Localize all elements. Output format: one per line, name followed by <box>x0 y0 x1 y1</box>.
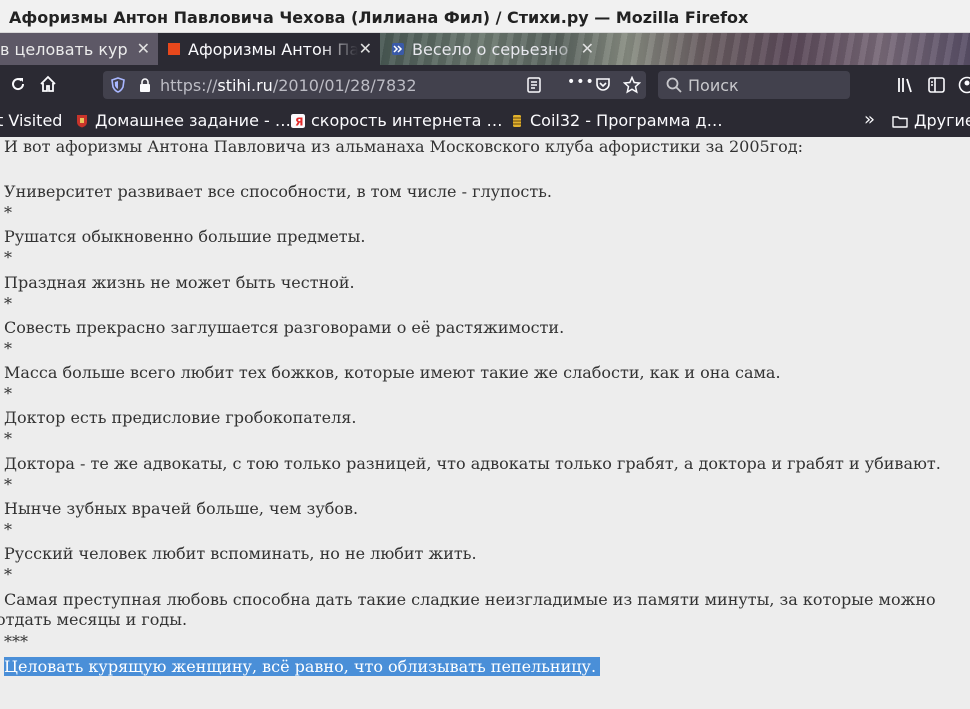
aphorism-line: Русский человек любит вспоминать, но не … <box>4 544 477 563</box>
url-host: stihi.ru <box>217 76 273 95</box>
page-actions-more-icon[interactable]: ••• <box>567 74 595 90</box>
separator-star: * <box>4 475 12 494</box>
search-bar[interactable]: Поиск <box>658 71 850 99</box>
aphorism-line: Масса больше всего любит тех божков, кот… <box>4 363 781 382</box>
coil-icon <box>513 114 521 127</box>
tab-kissing-smoker[interactable]: в целовать куря ✕ <box>0 33 158 65</box>
tab-strip: в целовать куря ✕ Афоризмы Антон Па ✕ Ве… <box>0 33 970 65</box>
separator-star: * <box>4 384 12 403</box>
tab-veselo-o-seryeznom[interactable]: Весело о серьезно ✕ <box>382 33 602 65</box>
bookmarks-toolbar: t Visited Домашнее задание - … Я скорост… <box>0 105 970 137</box>
bookmark-most-visited[interactable]: t Visited <box>0 111 62 130</box>
text-selection: Целовать курящую женщину, всё равно, что… <box>4 657 601 676</box>
address-bar[interactable]: https://stihi.ru/2010/01/28/7832 ••• <box>103 71 646 99</box>
url-path: /2010/01/28/7832 <box>272 76 417 95</box>
close-icon[interactable]: ✕ <box>581 39 594 58</box>
separator-star: * <box>4 429 12 448</box>
page-content: И вот афоризмы Антона Павловича из альма… <box>0 137 970 709</box>
home-icon[interactable] <box>38 75 58 95</box>
yandex-icon: Я <box>291 113 305 128</box>
search-icon <box>666 77 682 93</box>
close-icon[interactable]: ✕ <box>137 39 150 58</box>
aphorism-line: Доктора - те же адвокаты, с тою только р… <box>4 454 941 473</box>
folder-icon <box>892 115 908 128</box>
sidebar-icon[interactable] <box>928 77 946 93</box>
tab-aphorisms-chekhov[interactable]: Афоризмы Антон Па ✕ <box>158 33 380 65</box>
separator-star: * <box>4 248 12 267</box>
coat-of-arms-icon <box>77 114 87 127</box>
bookmark-label: Coil32 - Программа д… <box>530 111 723 130</box>
tracking-protection-shield-icon[interactable] <box>111 77 125 93</box>
bookmark-star-icon[interactable] <box>623 76 641 94</box>
svg-text:Я: Я <box>295 115 303 128</box>
window-titlebar: Афоризмы Антон Павловича Чехова (Лилиана… <box>0 0 970 33</box>
separator-star: * <box>4 203 12 222</box>
separator-star: * <box>4 565 12 584</box>
navigation-bar: https://stihi.ru/2010/01/28/7832 ••• Пои… <box>0 65 970 105</box>
aphorism-line: Нынче зубных врачей больше, чем зубов. <box>4 499 359 518</box>
bookmark-label: скорость интернета … <box>311 111 503 130</box>
account-icon[interactable] <box>958 76 970 94</box>
separator-triple-star: *** <box>4 632 28 651</box>
pocket-icon[interactable] <box>595 77 611 93</box>
bookmarks-overflow-chevron-icon[interactable]: » <box>864 109 875 130</box>
bookmark-homework[interactable]: Домашнее задание - … <box>75 111 291 130</box>
tab-label: в целовать куря <box>0 39 128 59</box>
bookmark-label: t Visited <box>0 111 63 130</box>
library-icon[interactable] <box>897 77 915 93</box>
separator-star: * <box>4 339 12 358</box>
separator-star: * <box>4 520 12 539</box>
close-icon[interactable]: ✕ <box>359 39 372 58</box>
reload-icon[interactable] <box>8 75 28 95</box>
aphorism-line: Рушатся обыкновенно большие предметы. <box>4 227 366 246</box>
intro-text: И вот афоризмы Антона Павловича из альма… <box>4 137 803 156</box>
bookmark-coil32[interactable]: Coil32 - Программа д… <box>510 111 723 130</box>
bookmark-label: Домашнее задание - … <box>95 111 291 130</box>
selected-aphorism[interactable]: Целовать курящую женщину, всё равно, что… <box>4 657 601 677</box>
aphorism-line-long: Самая преступная любовь способна дать та… <box>0 590 936 629</box>
separator-star: * <box>4 294 12 313</box>
tab-label: Весело о серьезно <box>412 39 569 59</box>
url-scheme: https:// <box>160 76 218 95</box>
tab-label: Афоризмы Антон Па <box>188 39 358 59</box>
aphorism-line: Праздная жизнь не может быть честной. <box>4 273 355 292</box>
aphorism-line: Совесть прекрасно заглушается разговорам… <box>4 318 565 337</box>
other-bookmarks[interactable]: Другие <box>892 111 970 130</box>
aphorism-line: Доктор есть предисловие гробокопателя. <box>4 408 357 427</box>
search-placeholder: Поиск <box>688 76 739 95</box>
url-text[interactable]: https://stihi.ru/2010/01/28/7832 <box>160 76 417 95</box>
aphorism-line: Университет развивает все способности, в… <box>4 182 552 201</box>
window-title: Афоризмы Антон Павловича Чехова (Лилиана… <box>9 8 749 27</box>
bookmark-internet-speed[interactable]: Я скорость интернета … <box>291 111 503 130</box>
stihi-favicon-icon <box>168 43 180 55</box>
other-bookmarks-label: Другие <box>914 111 970 130</box>
lock-icon[interactable] <box>139 78 151 92</box>
reader-view-icon[interactable] <box>527 77 541 93</box>
double-chevron-favicon-icon <box>392 43 404 55</box>
